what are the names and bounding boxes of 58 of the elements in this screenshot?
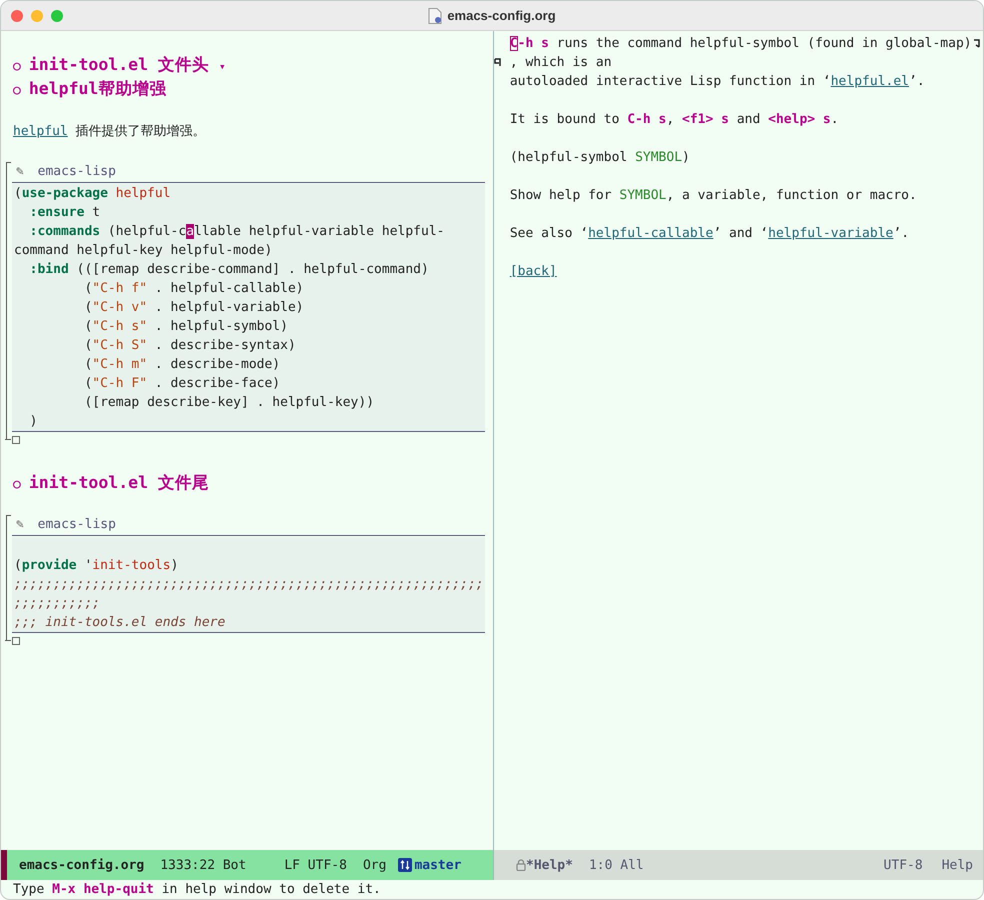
- back-button[interactable]: [back]: [510, 264, 557, 279]
- code-line: :bind (([remap describe-command] . helpful-command): [28, 261, 430, 279]
- window-title: emacs-config.org: [447, 8, 556, 23]
- pencil-icon: ✎: [16, 517, 24, 532]
- close-button[interactable]: [11, 10, 23, 22]
- help-text: C-h s runs the command helpful-symbol (found in global-map): [510, 36, 972, 51]
- cursor-position: 1333:22 Bot: [160, 858, 246, 872]
- heading-bullet: ○: [13, 476, 21, 494]
- branch-icon: [398, 858, 412, 872]
- paragraph: helpful 插件提供了帮助增强。: [13, 123, 207, 141]
- code-line: ("C-h s" . helpful-symbol): [83, 318, 289, 336]
- help-text: Show help for SYMBOL, a variable, function or macro.: [510, 188, 917, 203]
- code-line: :commands (helpful-callable helpful-variable helpful-command helpful-key helpful-mode): [13, 223, 446, 260]
- document-icon: [428, 8, 442, 24]
- link[interactable]: helpful: [13, 124, 68, 139]
- zoom-button[interactable]: [51, 10, 63, 22]
- heading-bullet: ○: [13, 58, 21, 76]
- heading[interactable]: init-tool.el 文件尾: [28, 471, 209, 495]
- code-line: :ensure t: [28, 204, 102, 222]
- code-line: ("C-h m" . describe-mode): [83, 356, 282, 374]
- branch-name: master: [414, 858, 462, 872]
- help-text: , which is an: [510, 55, 612, 70]
- help-text: autoloaded interactive Lisp function in ‘helpful.el’.: [510, 74, 925, 89]
- heading[interactable]: helpful帮助增强: [28, 77, 166, 101]
- code-line: ([remap describe-key] . helpful-key)): [83, 394, 376, 412]
- heading-bullet: ○: [13, 82, 21, 100]
- code-line: ("C-h f" . helpful-callable): [83, 280, 305, 298]
- help-text: See also ‘helpful-callable’ and ‘helpful-variable’.: [510, 226, 910, 241]
- link[interactable]: helpful-variable: [768, 226, 894, 241]
- block-end-icon: [12, 637, 20, 645]
- echo-message: Type M-x help-quit in help window to delete it.: [12, 881, 382, 899]
- code-line: ): [28, 413, 38, 431]
- code-line: ("C-h S" . describe-syntax): [83, 337, 297, 355]
- block-language: emacs-lisp: [38, 517, 116, 532]
- minimize-button[interactable]: [31, 10, 43, 22]
- code-line: (provide 'init-tools): [13, 557, 180, 575]
- heading[interactable]: init-tool.el 文件头: [28, 53, 209, 77]
- code-line: (use-package helpful: [13, 185, 172, 203]
- file-encoding: UTF-8: [884, 858, 923, 872]
- code-line: ("C-h v" . helpful-variable): [83, 299, 305, 317]
- buffer-name: emacs-config.org: [19, 858, 144, 872]
- buffer-name: *Help*: [526, 858, 573, 872]
- link[interactable]: helpful.el: [830, 74, 910, 89]
- block-end-icon: [12, 436, 20, 444]
- help-text: It is bound to C-h s, <f1> s and <help> s.: [510, 112, 839, 127]
- major-mode: Org: [362, 858, 386, 872]
- fold-indicator[interactable]: ▾: [218, 55, 226, 79]
- block-language: emacs-lisp: [38, 164, 116, 179]
- code-line: ;;; init-tools.el ends here: [13, 614, 226, 632]
- wrap-continuation-icon: [494, 58, 501, 67]
- code-line: ("C-h F" . describe-face): [83, 375, 282, 393]
- pencil-icon: ✎: [16, 164, 24, 179]
- link[interactable]: helpful-callable: [588, 226, 714, 241]
- code-line: ;;;;;;;;;;;;;;;;;;;;;;;;;;;;;;;;;;;;;;;;;;;;;;;;;;;;;;;;;;;;;;;;;;;;;;;: [13, 576, 485, 613]
- major-mode: Help: [942, 858, 973, 872]
- file-encoding: LF UTF-8: [284, 858, 347, 872]
- cursor-position: 1:0 All: [588, 858, 644, 872]
- help-text: (helpful-symbol SYMBOL): [510, 150, 690, 165]
